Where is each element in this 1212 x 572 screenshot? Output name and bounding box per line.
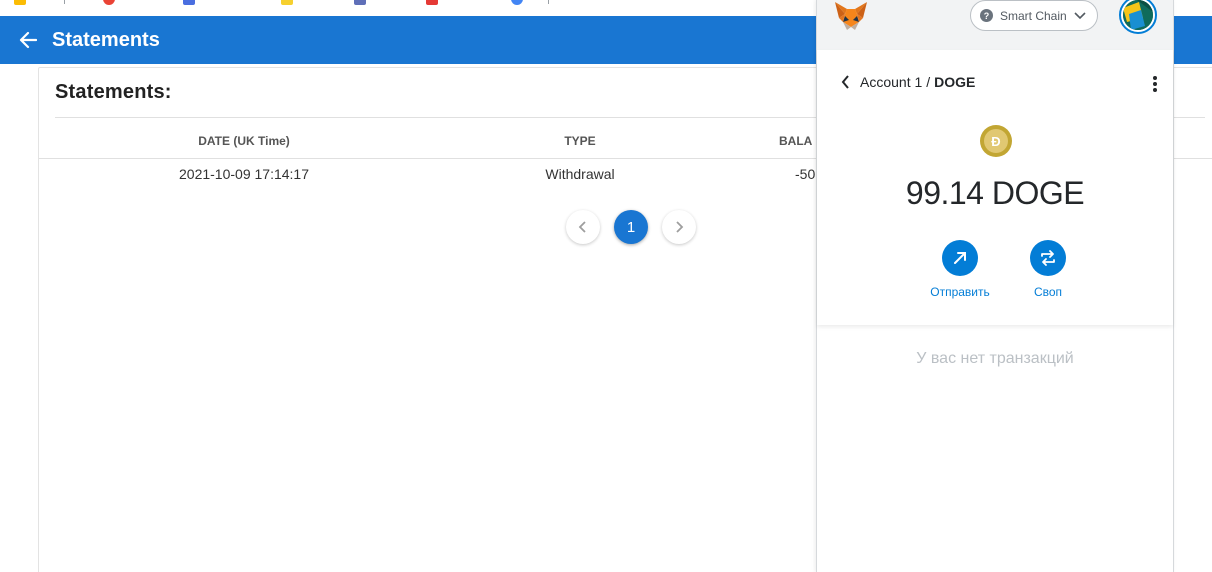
chevron-down-icon [1074,11,1086,20]
breadcrumb[interactable]: Account 1 / DOGE [841,74,975,90]
cell-type: Withdrawal [545,166,615,182]
network-selector[interactable]: ? Smart Chain [970,0,1098,31]
send-arrow-icon [942,240,978,276]
column-header-type[interactable]: TYPE [530,134,630,148]
send-label: Отправить [930,285,990,299]
wallet-popup: ? Smart Chain Account 1 / DOGE Ð 99.14 D… [816,0,1174,572]
arrow-left-icon [19,31,37,49]
breadcrumb-account: Account 1 [860,74,923,90]
screen: Statements Statements: DATE (UK Time) TY… [0,0,1212,572]
statements-heading: Statements: [55,81,172,103]
bookmark-separator [64,0,65,4]
swap-label: Своп [1033,285,1063,299]
breadcrumb-separator: / [926,74,931,90]
wallet-header: ? Smart Chain [817,0,1173,50]
chevron-left-icon [578,221,586,233]
bookmark-icon[interactable] [14,0,26,5]
page-button-current[interactable]: 1 [614,210,648,244]
bookmark-icon[interactable] [354,0,366,5]
asset-overview: Account 1 / DOGE Ð 99.14 DOGE Отправить [817,50,1173,325]
breadcrumb-token: DOGE [934,74,976,90]
avatar-identicon [1123,0,1153,30]
empty-transactions-text: У вас нет транзакций [916,350,1074,367]
next-page-button[interactable] [662,210,696,244]
network-label: Smart Chain [1000,8,1067,23]
bookmark-icon[interactable] [183,0,195,5]
cell-date: 2021-10-09 17:14:17 [179,166,309,182]
pagination: 1 [566,210,696,244]
bookmark-separator [548,0,549,4]
bookmark-icon[interactable] [281,0,293,5]
account-avatar-icon[interactable] [1119,0,1157,34]
column-header-balance[interactable]: BALA [779,134,819,148]
bookmark-icon[interactable] [511,0,523,5]
bookmark-icon[interactable] [103,0,115,5]
question-icon: ? [980,9,993,22]
column-header-date[interactable]: DATE (UK Time) [159,134,329,148]
page-title: Statements [52,28,160,51]
swap-button[interactable]: Своп [1008,240,1088,299]
chevron-left-icon [841,75,849,89]
prev-page-button[interactable] [566,210,600,244]
back-button[interactable] [0,16,46,64]
swap-icon [1030,240,1066,276]
kebab-menu-icon[interactable] [1150,74,1160,94]
bookmark-icon[interactable] [426,0,438,5]
chevron-right-icon [676,221,684,233]
token-balance: 99.14 DOGE [905,175,1085,211]
doge-coin-icon: Ð [980,125,1012,157]
send-button[interactable]: Отправить [920,240,1000,299]
metamask-fox-icon[interactable] [833,0,869,32]
